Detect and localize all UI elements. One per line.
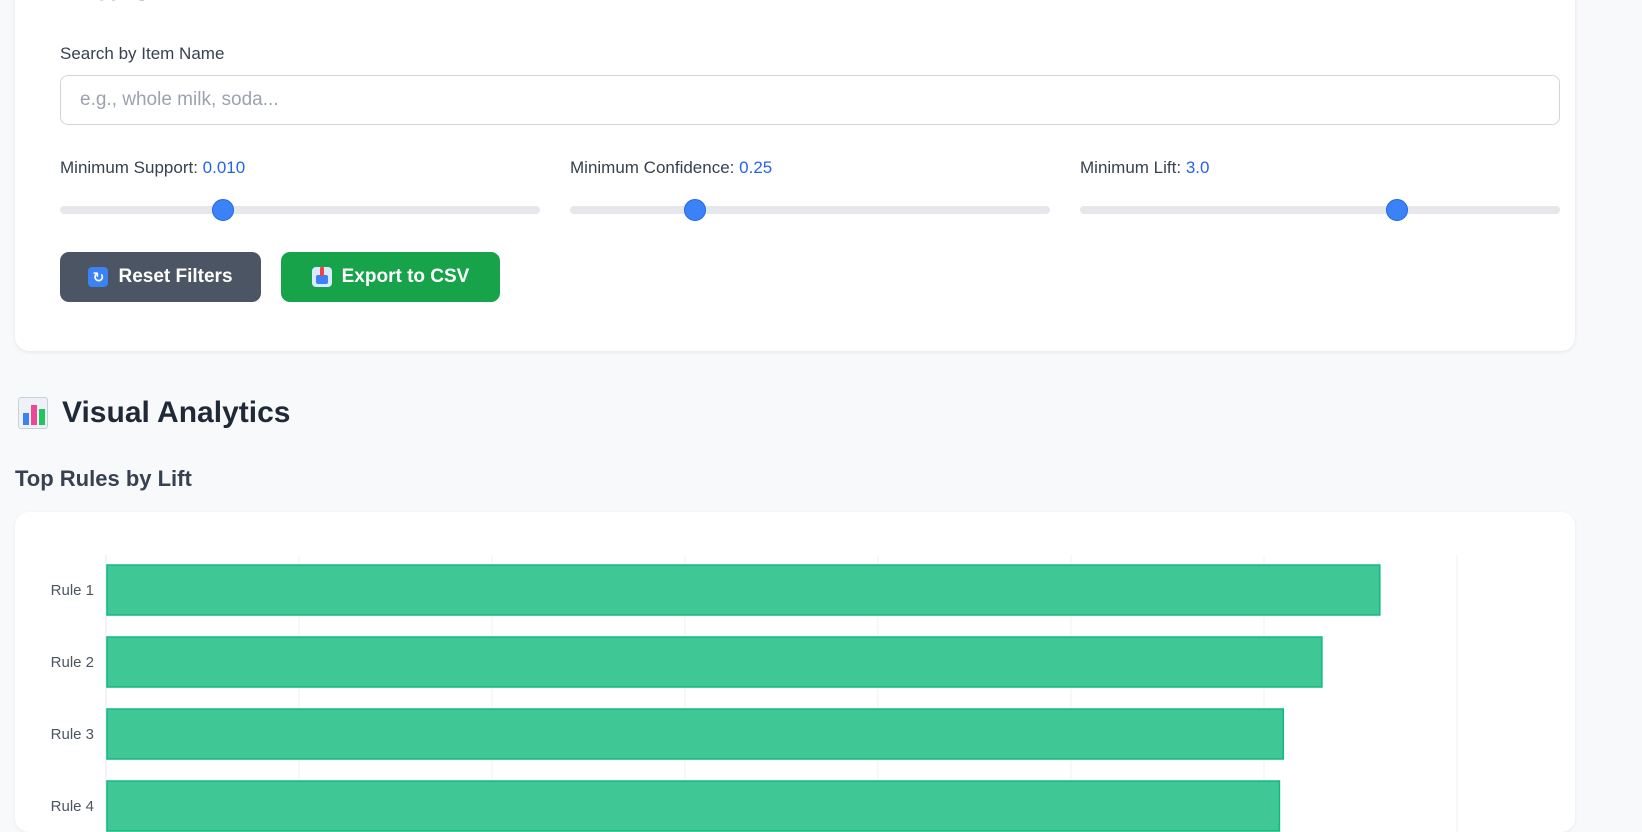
y-tick-label: Rule 4 [51, 798, 94, 815]
y-tick-label: Rule 3 [51, 726, 94, 743]
min-lift-slider-group: Minimum Lift: 3.0 [1080, 158, 1560, 221]
filters-title: Filters [60, 0, 150, 8]
min-support-slider[interactable] [60, 199, 540, 221]
analytics-heading: Visual Analytics [18, 393, 290, 433]
bar-chart-icon [18, 397, 48, 429]
export-csv-button[interactable]: Export to CSV [281, 252, 500, 302]
reset-filters-label: Reset Filters [118, 266, 233, 287]
min-support-slider-thumb[interactable] [212, 199, 235, 221]
reset-filters-button[interactable]: ↻ Reset Filters [60, 252, 261, 302]
top-rules-chart: Rule 1 Rule 2 Rule 3 Rule 4 [51, 555, 1458, 832]
filters-panel: Filters Search by Item Name Minimum Supp… [15, 0, 1575, 351]
bar-1 [106, 564, 1381, 616]
y-tick-label: Rule 1 [51, 582, 94, 599]
min-lift-label: Minimum Lift: [1080, 158, 1182, 177]
search-label: Search by Item Name [60, 44, 225, 63]
min-support-value: 0.010 [202, 158, 246, 177]
min-lift-value: 3.0 [1185, 158, 1210, 177]
refresh-icon: ↻ [88, 267, 109, 287]
min-confidence-slider-thumb[interactable] [683, 199, 706, 221]
min-confidence-slider[interactable] [570, 199, 1050, 221]
chart-title: Top Rules by Lift [15, 466, 192, 491]
min-lift-slider[interactable] [1080, 199, 1560, 221]
chart-container: Rule 1 Rule 2 Rule 3 Rule 4 [15, 512, 1575, 832]
min-confidence-slider-group: Minimum Confidence: 0.25 [570, 158, 1050, 221]
bar-3 [106, 708, 1285, 760]
search-input[interactable] [60, 75, 1560, 125]
min-confidence-value: 0.25 [739, 158, 773, 177]
analytics-title: Visual Analytics [62, 396, 291, 429]
min-support-slider-group: Minimum Support: 0.010 [60, 158, 540, 221]
export-tray-icon [311, 267, 332, 287]
bar-2 [106, 636, 1323, 688]
bar-4 [106, 780, 1281, 832]
min-support-label: Minimum Support: [60, 158, 198, 177]
export-csv-label: Export to CSV [341, 266, 470, 287]
min-confidence-label: Minimum Confidence: [570, 158, 735, 177]
min-lift-slider-thumb[interactable] [1385, 199, 1408, 221]
y-tick-label: Rule 2 [51, 654, 94, 671]
